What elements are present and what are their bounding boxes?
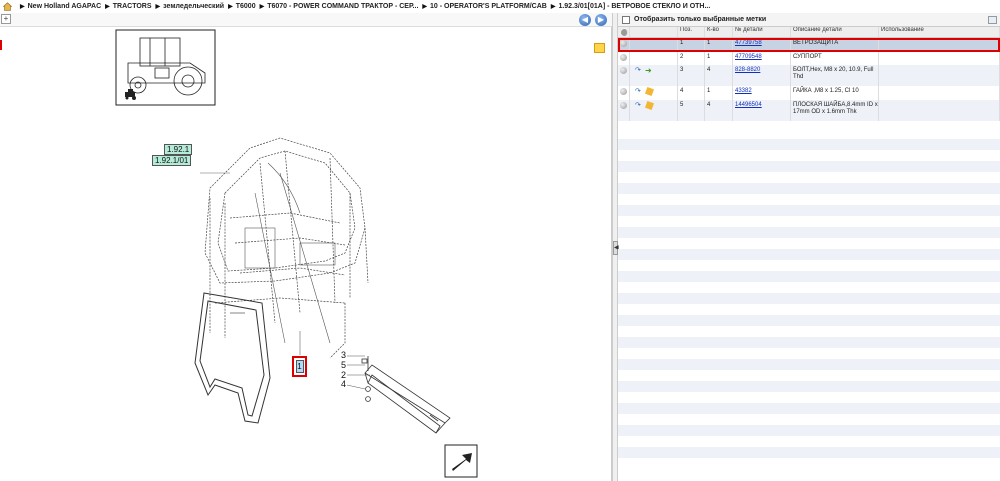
part-number-link[interactable]: 47739758: [735, 40, 762, 46]
usage-header[interactable]: Использование: [879, 27, 1000, 37]
table-header: Поз. К-во № детали Описание детали Испол…: [618, 27, 1000, 38]
select-circle-icon[interactable]: [620, 88, 627, 95]
bracket-part[interactable]: [361, 356, 451, 434]
breadcrumb: ▶ New Holland AGAPAC ▶ TRACTORS ▶ земледель…: [0, 0, 1000, 13]
empty-row: [618, 359, 1000, 370]
chevron-right-icon: ▶: [155, 4, 161, 10]
qty-header[interactable]: К-во: [705, 27, 733, 37]
breadcrumb-item-brand[interactable]: ▶ New Holland AGAPAC: [16, 3, 101, 10]
green-arrow-icon[interactable]: ➜: [645, 67, 654, 75]
empty-row: [618, 205, 1000, 216]
empty-row: [618, 183, 1000, 194]
breadcrumb-item-section[interactable]: ▶ 10 - OPERATOR'S PLATFORM/CAB: [418, 3, 546, 10]
diagram-pane: + ◀ ▶ 1.92.1 1.92.1/01 1 3 5 2 4: [0, 13, 612, 481]
show-selected-label[interactable]: Отобразить только выбранные метки: [634, 16, 766, 23]
filter-bar: Отобразить только выбранные метки: [618, 13, 1000, 27]
part-description: СУППОРТ: [791, 52, 879, 65]
part-description: ГАЙКА ,M8 x 1.25, Cl 10: [791, 86, 879, 100]
parts-table-body: 1 1 47739758 ВЕТРОЗАЩИТА 2 1 47709548 СУ…: [618, 38, 1000, 458]
part-number-link[interactable]: 47709548: [735, 54, 762, 60]
replacement-arrow-icon[interactable]: ↷: [635, 102, 643, 109]
replacement-arrow-icon[interactable]: ↷: [635, 67, 643, 74]
empty-row: [618, 425, 1000, 436]
empty-row: [618, 315, 1000, 326]
part-description: БОЛТ,Hex, M8 x 20, 10.9, Full Thd: [791, 65, 879, 86]
callout-1-92-1[interactable]: 1.92.1: [164, 144, 193, 155]
empty-row: [618, 293, 1000, 304]
select-circle-icon[interactable]: [620, 40, 627, 47]
table-row[interactable]: ↷ 5 4 14496504 ПЛОСКАЯ ШАЙБА,8.4mm ID x …: [618, 100, 1000, 121]
table-row[interactable]: ↷ 4 1 43382 ГАЙКА ,M8 x 1.25, Cl 10: [618, 86, 1000, 100]
table-row[interactable]: ↷ ➜ 3 4 828-8820 БОЛТ,Hex, M8 x 20, 10.9,…: [618, 65, 1000, 86]
empty-row: [618, 249, 1000, 260]
parts-list-pane: Отобразить только выбранные метки Поз. К…: [618, 13, 1000, 481]
package-icon[interactable]: [645, 101, 654, 110]
select-circle-icon[interactable]: [620, 102, 627, 109]
select-circle-icon[interactable]: [620, 54, 627, 61]
table-row[interactable]: 2 1 47709548 СУППОРТ: [618, 52, 1000, 65]
part-number-link[interactable]: 828-8820: [735, 67, 760, 73]
empty-row: [618, 227, 1000, 238]
empty-row: [618, 271, 1000, 282]
empty-row: [618, 403, 1000, 414]
part-description: ВЕТРОЗАЩИТА: [791, 38, 879, 52]
chevron-right-icon: ▶: [228, 4, 233, 10]
tag-leaders: [346, 355, 370, 390]
part-tag-4[interactable]: 4: [341, 379, 346, 389]
breadcrumb-item-page[interactable]: ▶ 1.92.3/01[01A] - ВЕТРОВОЕ СТЕКЛО И ОТН.…: [547, 3, 711, 10]
description-header[interactable]: Описание детали: [791, 27, 879, 37]
cab-details: [244, 162, 336, 344]
selected-part-tag[interactable]: 1: [292, 356, 307, 377]
export-icon[interactable]: [988, 16, 997, 24]
pos-header[interactable]: Поз.: [678, 27, 705, 37]
table-row[interactable]: 1 1 47739758 ВЕТРОЗАЩИТА: [618, 38, 1000, 52]
icons-header: [630, 27, 678, 37]
replacement-arrow-icon[interactable]: ↷: [635, 88, 643, 95]
circle-icon: [621, 29, 628, 36]
windscreen-part[interactable]: [194, 292, 271, 424]
breadcrumb-item-series[interactable]: ▶ T6000: [224, 3, 255, 10]
chevron-right-icon: ▶: [550, 4, 556, 10]
part-number-link[interactable]: 43382: [735, 88, 752, 94]
part-tag-3[interactable]: 3: [341, 350, 346, 360]
breadcrumb-item-model[interactable]: ▶ T6070 - POWER COMMAND ТРАКТОР - СЕР...: [256, 3, 419, 10]
select-all-header[interactable]: [618, 27, 630, 37]
breadcrumb-item-tractors[interactable]: ▶ TRACTORS: [101, 3, 151, 10]
part-number-header[interactable]: № детали: [733, 27, 791, 37]
chevron-right-icon: ▶: [105, 4, 110, 10]
breadcrumb-item-agri[interactable]: ▶ земледельческий: [152, 3, 225, 10]
empty-row: [618, 447, 1000, 458]
empty-row: [618, 161, 1000, 172]
cab-frame: [204, 137, 369, 359]
next-page-icon[interactable]: [444, 444, 478, 478]
show-selected-checkbox[interactable]: [622, 15, 630, 24]
package-icon[interactable]: [645, 87, 654, 96]
empty-row: [618, 139, 1000, 150]
part-tag-5[interactable]: 5: [341, 360, 346, 370]
empty-row: [618, 337, 1000, 348]
select-circle-icon[interactable]: [620, 67, 627, 74]
part-number-link[interactable]: 14496504: [735, 102, 762, 108]
chevron-right-icon: ▶: [422, 4, 428, 10]
part-description: ПЛОСКАЯ ШАЙБА,8.4mm ID x 17mm OD x 1.6mm…: [791, 100, 879, 121]
chevron-right-icon: ▶: [259, 4, 265, 10]
callout-1-92-1-01[interactable]: 1.92.1/01: [152, 155, 192, 166]
chevron-right-icon: ▶: [20, 4, 25, 10]
parts-diagram: [115, 29, 478, 478]
empty-row: [618, 381, 1000, 392]
home-icon[interactable]: [3, 2, 12, 11]
